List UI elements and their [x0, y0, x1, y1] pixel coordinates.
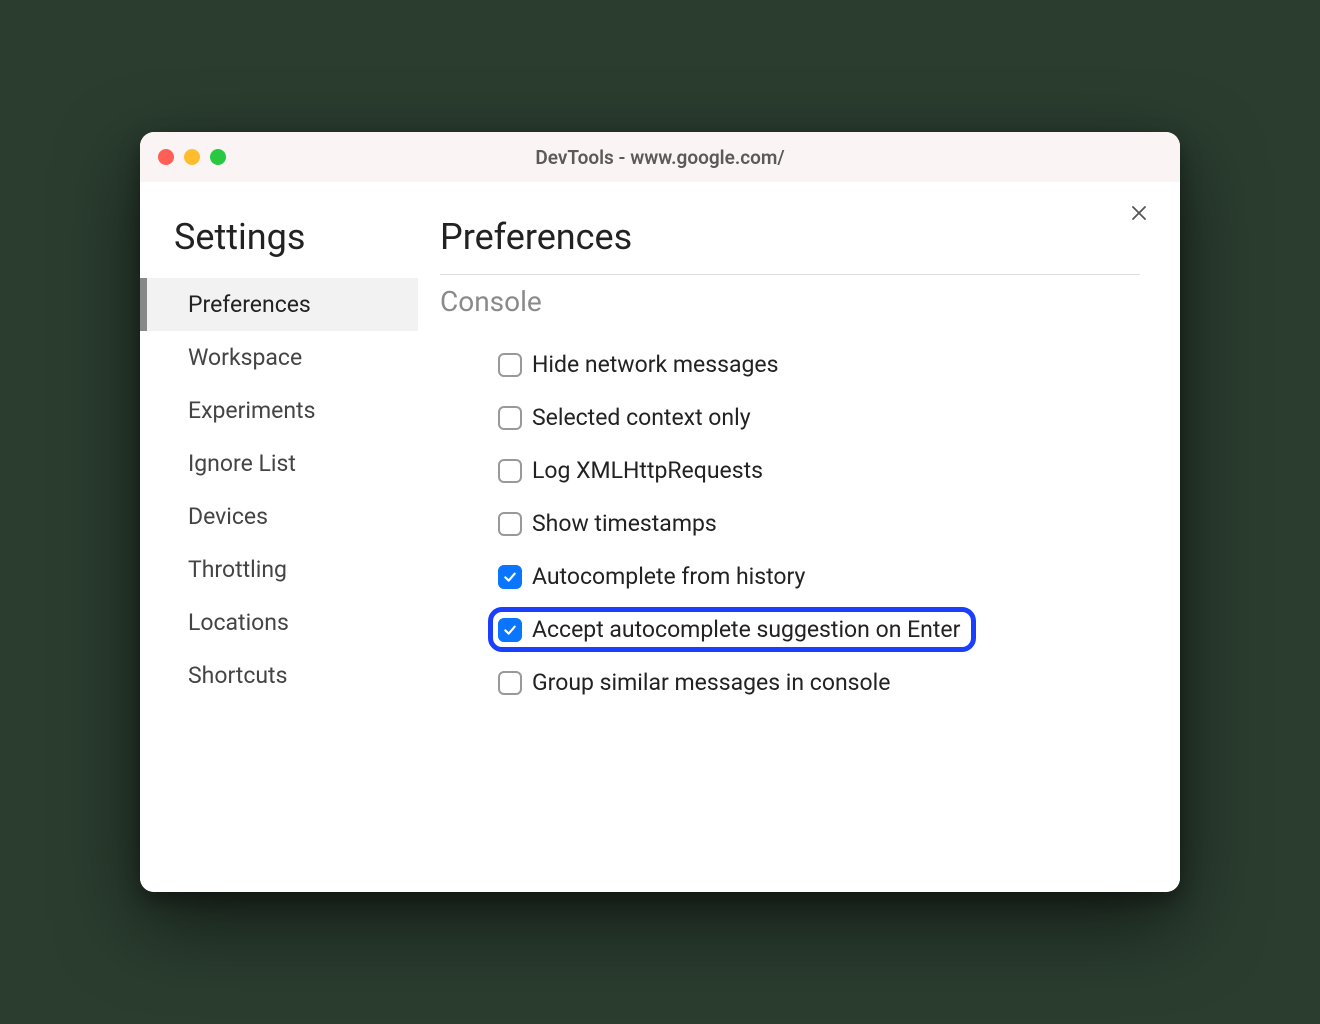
sidebar-item-preferences[interactable]: Preferences: [140, 278, 418, 331]
option-row: Group similar messages in console: [488, 660, 904, 705]
checkmark-icon: [502, 569, 518, 585]
option-row: Show timestamps: [488, 501, 731, 546]
option-label: Hide network messages: [532, 351, 778, 378]
checkbox[interactable]: [498, 459, 522, 483]
sidebar-item-experiments[interactable]: Experiments: [140, 384, 418, 437]
options-list: Hide network messages Selected context on…: [440, 342, 1140, 705]
title-bar: DevTools - www.google.com/: [140, 132, 1180, 182]
preferences-pane: Preferences Console Hide network message…: [418, 182, 1180, 892]
content-area: Settings Preferences Workspace Experiments…: [140, 182, 1180, 892]
sidebar-item-devices[interactable]: Devices: [140, 490, 418, 543]
sidebar-item-label: Devices: [188, 503, 268, 530]
window-close-button[interactable]: [158, 149, 174, 165]
sidebar-item-label: Throttling: [188, 556, 287, 583]
option-label: Log XMLHttpRequests: [532, 457, 763, 484]
settings-sidebar: Settings Preferences Workspace Experiments…: [140, 182, 418, 892]
checkmark-icon: [502, 622, 518, 638]
checkbox[interactable]: [498, 671, 522, 695]
checkbox[interactable]: [498, 565, 522, 589]
traffic-lights: [158, 149, 226, 165]
option-label: Accept autocomplete suggestion on Enter: [532, 616, 960, 643]
option-label: Selected context only: [532, 404, 751, 431]
checkbox[interactable]: [498, 406, 522, 430]
sidebar-item-label: Experiments: [188, 397, 315, 424]
option-row: Selected context only: [488, 395, 765, 440]
window-minimize-button[interactable]: [184, 149, 200, 165]
pane-title: Preferences: [440, 216, 1140, 258]
sidebar-title: Settings: [174, 216, 418, 258]
option-row: Hide network messages: [488, 342, 792, 387]
option-row: Autocomplete from history: [488, 554, 819, 599]
devtools-window: DevTools - www.google.com/ Settings Pref…: [140, 132, 1180, 892]
option-label: Autocomplete from history: [532, 563, 805, 590]
close-icon: [1130, 204, 1148, 222]
sidebar-items: Preferences Workspace Experiments Ignore Li…: [174, 278, 418, 702]
sidebar-item-workspace[interactable]: Workspace: [140, 331, 418, 384]
section-title: Console: [440, 285, 1140, 318]
sidebar-item-locations[interactable]: Locations: [140, 596, 418, 649]
sidebar-item-label: Locations: [188, 609, 289, 636]
sidebar-item-shortcuts[interactable]: Shortcuts: [140, 649, 418, 702]
sidebar-item-ignore-list[interactable]: Ignore List: [140, 437, 418, 490]
sidebar-item-label: Preferences: [188, 291, 311, 318]
option-label: Show timestamps: [532, 510, 717, 537]
sidebar-item-label: Workspace: [188, 344, 302, 371]
option-row: Log XMLHttpRequests: [488, 448, 777, 493]
sidebar-item-label: Ignore List: [188, 450, 296, 477]
sidebar-item-label: Shortcuts: [188, 662, 287, 689]
option-label: Group similar messages in console: [532, 669, 890, 696]
window-title: DevTools - www.google.com/: [158, 146, 1162, 169]
window-zoom-button[interactable]: [210, 149, 226, 165]
option-row: Accept autocomplete suggestion on Enter: [488, 607, 976, 652]
divider: [440, 274, 1140, 275]
checkbox[interactable]: [498, 353, 522, 377]
checkbox[interactable]: [498, 618, 522, 642]
checkbox[interactable]: [498, 512, 522, 536]
close-settings-button[interactable]: [1126, 200, 1152, 226]
sidebar-item-throttling[interactable]: Throttling: [140, 543, 418, 596]
